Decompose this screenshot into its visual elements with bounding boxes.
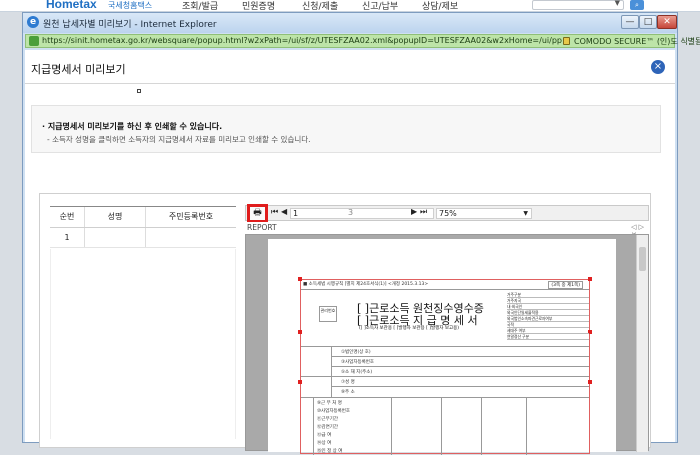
site-search-select[interactable]: ▼ (532, 0, 624, 10)
nav-item-consult[interactable]: 상담/제보 (422, 0, 482, 12)
nav-item-inquiry[interactable]: 조회/발급 (182, 0, 242, 12)
info-line-primary: · 지급명세서 미리보기를 하신 후 인쇄할 수 있습니다. (42, 122, 223, 131)
maximize-button[interactable]: □ (639, 15, 657, 29)
ie-popup-window: e 원천 납세자별 미리보기 - Internet Explorer — □ ✕… (22, 12, 700, 455)
cell-no: 1 (50, 228, 85, 247)
selection-marker (298, 380, 302, 384)
address-bar[interactable]: https://sinit.hometax.go.kr/websquare/po… (25, 34, 700, 48)
selection-marker (588, 380, 592, 384)
form-rule (301, 397, 589, 398)
info-line-secondary: - 소득자 성명을 클릭하면 소득자의 지급명세서 자료를 미리보고 인쇄할 수… (47, 135, 311, 144)
form-row-home-address: ⑨주 소 (341, 390, 355, 395)
cell-name[interactable] (85, 228, 146, 247)
form-header-text: ■ 소득세법 시행규칙 [별지 제24호서식(1)] <개정 2015.3.13… (303, 282, 429, 287)
next-page-button[interactable]: ▶ (411, 207, 417, 216)
form-row-name: ⑦성 명 (341, 380, 355, 385)
form-income-row: ⑭상 여 (317, 441, 332, 446)
form-row-address: ⑤소 재 지(주소) (341, 370, 373, 375)
certificate-label[interactable]: COMODO SECURE™ (인)도 식별됨 (574, 36, 700, 47)
hometax-site-header: Hometax 국세청홈택스 조회/발급 민원증명 신청/제출 신고/납부 상담… (0, 0, 700, 12)
report-viewer: 🖶 ⏮ ◀ 1 3 ▶ ⏭ 75% ▼ REPORT ◁ ▷ ■ 소득세법 시행… (245, 204, 649, 455)
viewer-toolbar: 🖶 ⏮ ◀ 1 3 ▶ ⏭ 75% ▼ (245, 204, 649, 223)
zoom-select[interactable]: 75% ▼ (436, 208, 532, 219)
printer-icon[interactable]: 🖶 (247, 204, 268, 223)
minimize-button[interactable]: — (621, 15, 639, 29)
selection-marker (588, 277, 592, 281)
nav-item-tax-report[interactable]: 신고/납부 (362, 0, 422, 12)
form-field-settlement-type: 연말정산 구분 (507, 334, 589, 340)
chevron-down-icon: ▼ (523, 210, 528, 217)
hometax-logo-subtitle: 국세청홈택스 (108, 1, 153, 10)
site-top-nav: 조회/발급 민원증명 신청/제출 신고/납부 상담/제보 (182, 0, 482, 12)
prev-page-button[interactable]: ◀ (281, 207, 287, 216)
form-rule (331, 356, 589, 357)
form-rule (313, 397, 314, 455)
form-management-no: 관리번호 (319, 306, 337, 322)
table-row[interactable]: 1 (50, 228, 236, 248)
form-row-company: ①법인명(상 호) (341, 350, 371, 355)
column-header-no: 순번 (50, 207, 85, 227)
scrollbar-thumb[interactable] (639, 247, 646, 271)
tab-report[interactable]: REPORT (247, 223, 277, 232)
viewer-tabs: REPORT ◁ ▷ ✕ (245, 222, 649, 239)
form-rule (301, 346, 589, 347)
form-income-row: ⑪근무기간 (317, 417, 339, 422)
form-rule (441, 397, 442, 455)
lock-icon[interactable] (563, 37, 570, 45)
table-header: 순번 성명 주민등록번호 (50, 206, 236, 228)
form-rule (481, 397, 482, 455)
focus-marker (137, 89, 141, 93)
form-income-row: ⑩사업자등록번호 (317, 409, 351, 414)
report-canvas[interactable]: ■ 소득세법 시행규칙 [별지 제24호서식(1)] <개정 2015.3.13… (245, 234, 649, 455)
hometax-logo[interactable]: Hometax (46, 0, 97, 11)
column-header-name: 성명 (85, 207, 146, 227)
zoom-value: 75% (439, 209, 457, 218)
last-page-button[interactable]: ⏭ (420, 207, 427, 217)
page-icon (29, 36, 39, 46)
title-divider (25, 83, 675, 84)
column-header-resident-id: 주민등록번호 (168, 212, 214, 221)
withholding-receipt-form: ■ 소득세법 시행규칙 [별지 제24호서식(1)] <개정 2015.3.13… (298, 277, 592, 455)
form-rule (301, 376, 589, 377)
form-row-bizno: ③사업자등록번호 (341, 360, 375, 365)
chevron-down-icon: ▼ (614, 0, 620, 7)
form-income-row: ⑨근 무 처 명 (317, 401, 342, 406)
report-page: ■ 소득세법 시행규칙 [별지 제24호서식(1)] <개정 2015.3.13… (268, 239, 616, 455)
form-rule (331, 366, 589, 367)
page-title: 지급명세서 미리보기 (31, 63, 126, 76)
form-income-row: ⑫감면기간 (317, 425, 339, 430)
internet-explorer-icon: e (27, 16, 39, 28)
form-resident-box: 거주구분 거주지국 내·외국인 외국인단일세율적용 외국법인소속파견근로자여부 … (507, 292, 589, 346)
form-income-row: ⑮인 정 상 여 (317, 449, 343, 454)
form-rule (391, 397, 392, 455)
form-income-row: ⑬급 여 (317, 433, 332, 438)
table-empty-area (50, 249, 236, 439)
popup-content: 지급명세서 미리보기 × · 지급명세서 미리보기를 하신 후 인쇄할 수 있습… (25, 50, 675, 455)
window-title: 원천 납세자별 미리보기 - Internet Explorer (43, 20, 217, 30)
preview-panel: 순번 성명 주민등록번호 1 🖶 ⏮ ◀ 1 3 ▶ ⏭ 75% ▼ REPOR… (39, 193, 651, 455)
nav-item-application[interactable]: 신청/제출 (302, 0, 362, 12)
popup-close-button[interactable]: × (651, 60, 665, 74)
form-rule (331, 346, 332, 397)
form-rule (331, 386, 589, 387)
earner-table: 순번 성명 주민등록번호 1 (50, 206, 236, 248)
form-page-indicator: (3쪽 중 제1쪽) (548, 281, 583, 289)
cell-resident-id (146, 228, 236, 247)
window-titlebar[interactable]: e 원천 납세자별 미리보기 - Internet Explorer — □ ✕ (23, 13, 677, 33)
address-url[interactable]: https://sinit.hometax.go.kr/websquare/po… (42, 36, 562, 45)
viewer-scrollbar[interactable] (636, 235, 648, 452)
form-title-copy: ([ ]소득자 보관용 [ ]발행자 보관용 [ ]발행자 보고용) (359, 326, 460, 331)
first-page-button[interactable]: ⏮ (271, 207, 278, 217)
nav-item-certificate[interactable]: 민원증명 (242, 0, 302, 12)
total-pages: 3 (348, 208, 354, 217)
info-box: · 지급명세서 미리보기를 하신 후 인쇄할 수 있습니다. - 소득자 성명을… (31, 105, 661, 153)
selection-marker (298, 330, 302, 334)
selection-marker (298, 277, 302, 281)
search-icon[interactable]: ⌕ (630, 0, 644, 10)
current-page: 1 (293, 209, 299, 218)
form-rule (301, 289, 589, 290)
window-close-button[interactable]: ✕ (657, 15, 677, 29)
form-rule (526, 397, 527, 455)
